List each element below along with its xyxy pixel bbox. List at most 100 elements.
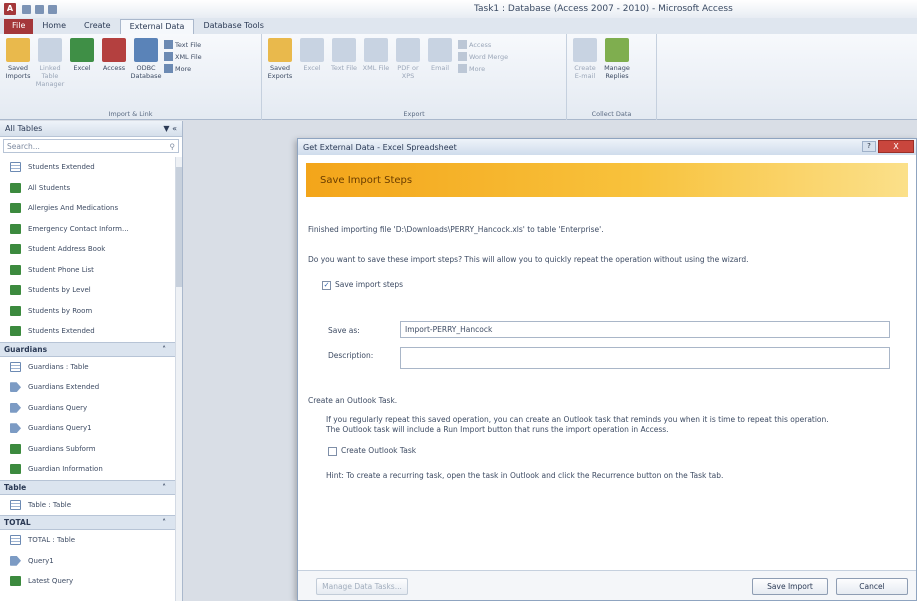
nav-item[interactable]: Students by Room — [0, 301, 176, 322]
navigation-pane: All Tables ▼ « Search... ⚲ Students Exte… — [0, 121, 183, 601]
nav-item[interactable]: Guardians Query1 — [0, 418, 176, 439]
export-more-button[interactable]: More — [458, 64, 508, 73]
nav-group-guardians[interactable]: Guardians ˄ — [0, 341, 176, 357]
nav-item[interactable]: Guardians Subform — [0, 439, 176, 460]
nav-item[interactable]: Guardians : Table — [0, 357, 176, 378]
close-button[interactable]: X — [878, 140, 914, 153]
outlook-text-1: If you regularly repeat this saved opera… — [326, 415, 829, 424]
ribbon-group-collect: Create E-mail Manage Replies Collect Dat… — [567, 34, 657, 120]
import-small-buttons: Text File XML File More — [164, 38, 202, 120]
outlook-task-checkbox[interactable] — [328, 446, 337, 456]
nav-item[interactable]: Latest Query — [0, 571, 176, 592]
nav-item[interactable]: Students Extended — [0, 157, 176, 178]
save-icon[interactable] — [22, 4, 31, 14]
dialog-banner: Save Import Steps — [306, 163, 908, 197]
manage-replies-button[interactable]: Manage Replies — [603, 38, 631, 120]
query-icon — [10, 382, 21, 393]
nav-item[interactable]: Table : Table — [0, 495, 176, 516]
form-icon — [10, 576, 21, 587]
nav-item[interactable]: Student Phone List — [0, 260, 176, 281]
nav-item[interactable]: Students by Level — [0, 280, 176, 301]
linked-table-manager-button[interactable]: Linked Table Manager — [36, 38, 64, 120]
outlook-task-row[interactable]: Create Outlook Task — [328, 446, 416, 456]
import-text-file-button[interactable]: Text File — [164, 40, 202, 49]
word-merge-button[interactable]: Word Merge — [458, 52, 508, 61]
nav-item[interactable]: Allergies And Medications — [0, 198, 176, 219]
nav-item[interactable]: Students Extended — [0, 321, 176, 342]
form-icon — [10, 264, 21, 275]
import-access-button[interactable]: Access — [100, 38, 128, 120]
export-access-button[interactable]: Access — [458, 40, 508, 49]
nav-item[interactable]: Query1 — [0, 551, 176, 572]
dialog-footer: Manage Data Tasks... Save Import Cancel — [298, 570, 916, 600]
access-icon — [102, 38, 126, 62]
access-small-icon — [458, 40, 467, 49]
save-steps-checkbox[interactable]: ✓ — [322, 280, 331, 290]
export-small-buttons: Access Word Merge More — [458, 38, 508, 120]
export-text-icon — [332, 38, 356, 62]
finished-text: Finished importing file 'D:\Downloads\PE… — [308, 225, 604, 234]
export-email-button[interactable]: Email — [426, 38, 454, 120]
dialog-title: Get External Data - Excel Spreadsheet — [303, 142, 457, 152]
nav-search-input[interactable]: Search... ⚲ — [3, 139, 179, 153]
export-xml-icon — [364, 38, 388, 62]
nav-header[interactable]: All Tables ▼ « — [0, 121, 182, 137]
cancel-button[interactable]: Cancel — [836, 578, 908, 595]
tab-create[interactable]: Create — [75, 19, 120, 34]
description-input[interactable] — [400, 347, 890, 369]
nav-group-table[interactable]: Table ˄ — [0, 479, 176, 495]
odbc-database-button[interactable]: ODBC Database — [131, 38, 162, 120]
query-icon — [10, 402, 21, 413]
redo-icon[interactable] — [48, 4, 57, 14]
save-steps-row[interactable]: ✓ Save import steps — [322, 280, 403, 290]
undo-icon[interactable] — [35, 4, 44, 14]
import-xml-file-button[interactable]: XML File — [164, 52, 202, 61]
form-icon — [10, 203, 21, 214]
nav-item[interactable]: All Students — [0, 178, 176, 199]
nav-item[interactable]: Student Address Book — [0, 239, 176, 260]
nav-item[interactable]: Emergency Contact Inform... — [0, 219, 176, 240]
manage-data-tasks-button[interactable]: Manage Data Tasks... — [316, 578, 408, 595]
import-more-button[interactable]: More — [164, 64, 202, 73]
create-email-button[interactable]: Create E-mail — [571, 38, 599, 120]
dialog-title-bar: Get External Data - Excel Spreadsheet — [298, 139, 916, 155]
save-as-label: Save as: — [328, 326, 360, 335]
collapse-icon: ˄ — [162, 482, 166, 492]
save-import-button[interactable]: Save Import — [752, 578, 828, 595]
export-xml-file-button[interactable]: XML File — [362, 38, 390, 120]
outlook-section-label: Create an Outlook Task. — [308, 396, 398, 405]
nav-item[interactable]: Guardian Information — [0, 459, 176, 480]
outlook-task-label: Create Outlook Task — [341, 446, 417, 455]
collapse-icon: ˄ — [162, 518, 166, 527]
form-icon — [10, 285, 21, 296]
nav-list: Students Extended All Students Allergies… — [0, 157, 176, 592]
email-icon — [428, 38, 452, 62]
nav-item[interactable]: Guardians Extended — [0, 377, 176, 398]
nav-item[interactable]: TOTAL : Table — [0, 530, 176, 551]
saved-exports-button[interactable]: Saved Exports — [266, 38, 294, 120]
export-text-file-button[interactable]: Text File — [330, 38, 358, 120]
nav-header-controls[interactable]: ▼ « — [163, 124, 177, 133]
create-email-icon — [573, 38, 597, 62]
nav-item[interactable]: Guardians Query — [0, 398, 176, 419]
saved-imports-button[interactable]: Saved Imports — [4, 38, 32, 120]
more-icon — [164, 64, 173, 73]
tab-home[interactable]: Home — [33, 19, 75, 34]
save-as-input[interactable]: Import-PERRY_Hancock — [400, 321, 890, 338]
tab-external-data[interactable]: External Data — [119, 19, 195, 34]
query-icon — [10, 423, 21, 434]
nav-scrollbar[interactable] — [175, 157, 182, 601]
import-excel-button[interactable]: Excel — [68, 38, 96, 120]
tab-file[interactable]: File — [4, 19, 34, 34]
tab-database-tools[interactable]: Database Tools — [194, 19, 272, 34]
export-excel-button[interactable]: Excel — [298, 38, 326, 120]
form-icon — [10, 464, 21, 475]
export-pdf-button[interactable]: PDF or XPS — [394, 38, 422, 120]
help-button[interactable]: ? — [862, 141, 876, 152]
export-excel-icon — [300, 38, 324, 62]
nav-scroll-thumb[interactable] — [176, 167, 182, 287]
outlook-text-2: The Outlook task will include a Run Impo… — [326, 425, 669, 434]
nav-group-total[interactable]: TOTAL ˄ — [0, 515, 176, 530]
linked-table-icon — [38, 38, 62, 62]
access-app-icon[interactable]: A — [4, 3, 16, 15]
